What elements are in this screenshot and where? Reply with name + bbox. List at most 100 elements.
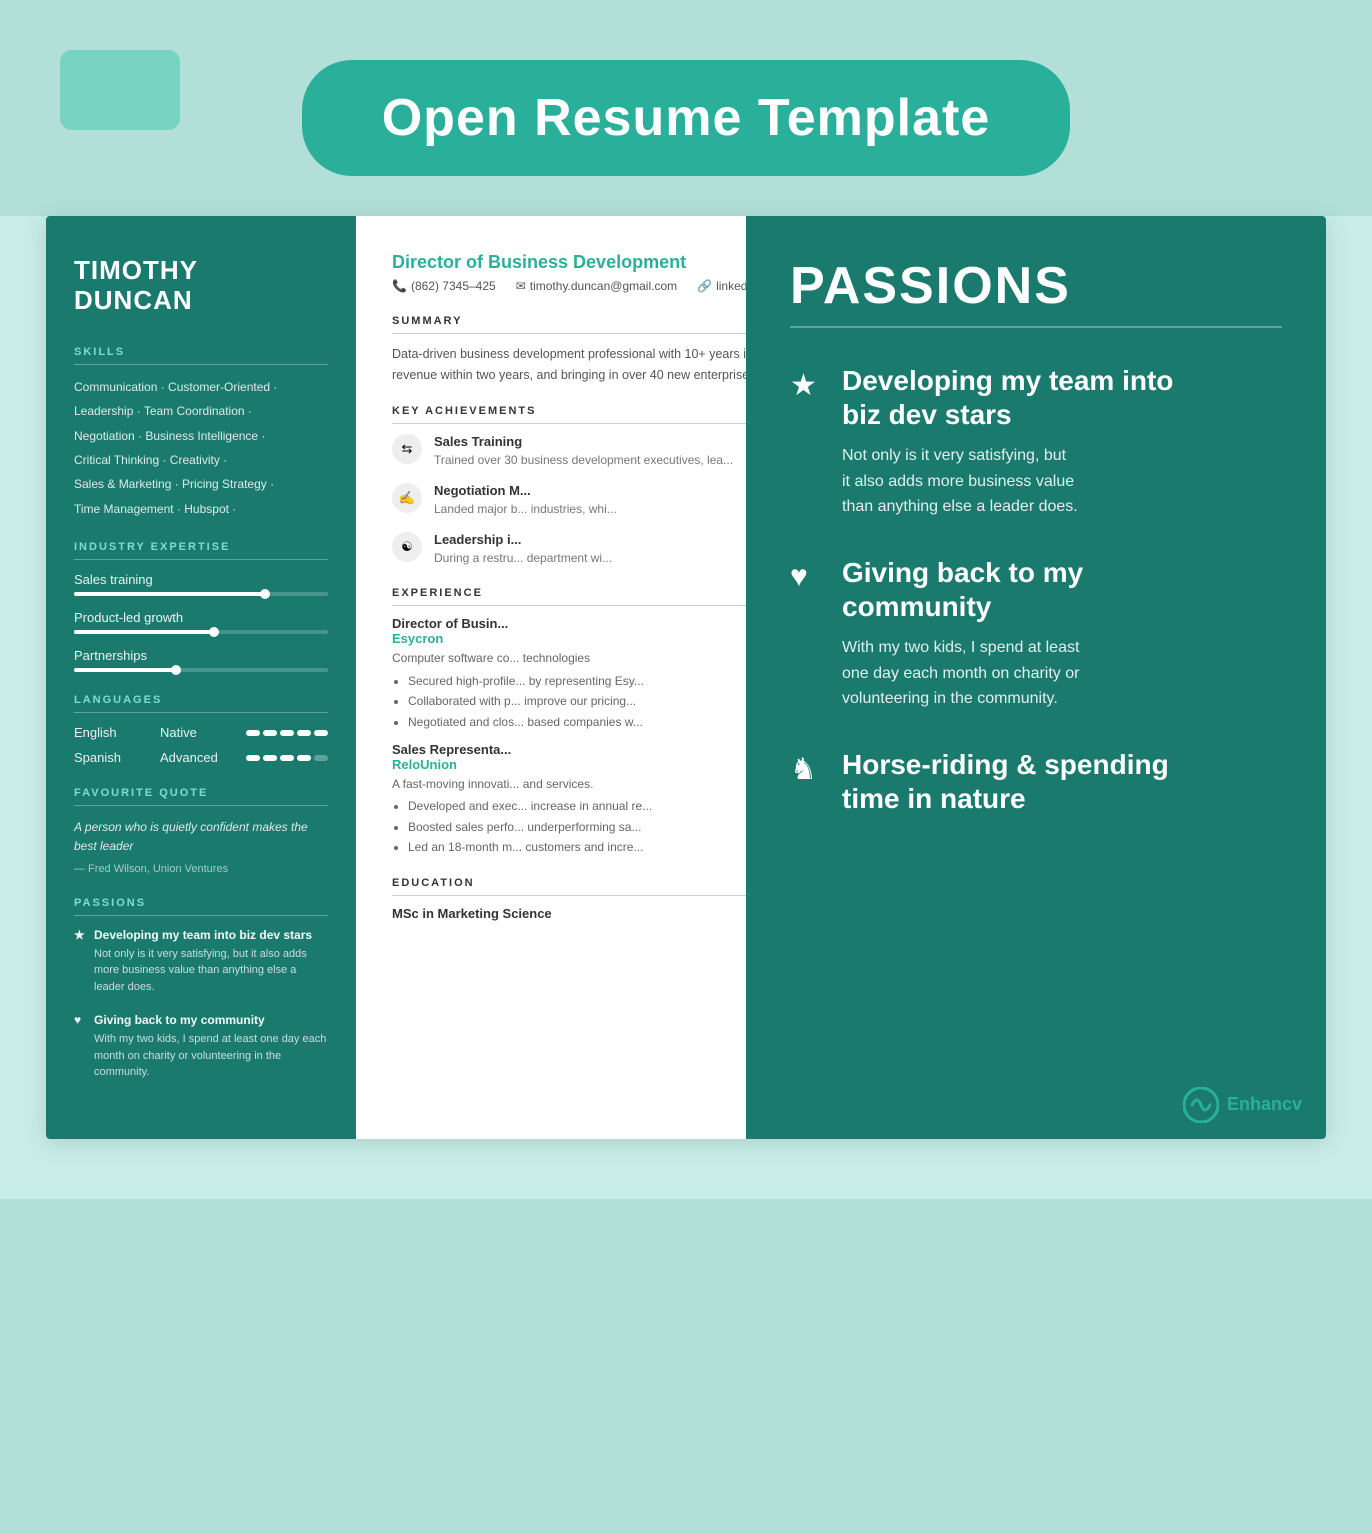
- main-wrapper: TIMOTHY DUNCAN SKILLS Communication · Cu…: [0, 216, 1372, 1199]
- passion-title-2: ♥ Giving back to my community: [74, 1013, 328, 1027]
- quote-text: A person who is quietly confident makes …: [74, 818, 328, 856]
- languages-section-title: LANGUAGES: [74, 694, 328, 706]
- lang-dot: [314, 730, 328, 736]
- passions-section-title: PASSIONS: [74, 897, 328, 909]
- expertise-bar-2: [74, 630, 328, 634]
- skills-line-4: Critical Thinking · Creativity ·: [74, 450, 328, 470]
- achievement-desc-3: During a restru... department wi...: [434, 549, 612, 567]
- passion-item-2: ♥ Giving back to my community With my tw…: [74, 1013, 328, 1081]
- expertise-label-2: Product-led growth: [74, 610, 328, 625]
- quote-section-title: FAVOURITE QUOTE: [74, 787, 328, 799]
- enhancv-logo-icon: [1183, 1087, 1219, 1123]
- expertise-partnerships: Partnerships: [74, 648, 328, 672]
- quote-divider: [74, 805, 328, 806]
- expertise-dot-1: [260, 589, 270, 599]
- heart-overlay-icon: ♥: [790, 560, 826, 594]
- sidebar: TIMOTHY DUNCAN SKILLS Communication · Cu…: [46, 216, 356, 1139]
- lang-dot: [280, 730, 294, 736]
- heart-icon: ♥: [74, 1013, 88, 1027]
- skills-list: Communication · Customer-Oriented · Lead…: [74, 377, 328, 519]
- lang-dot: [297, 755, 311, 761]
- quote-author: — Fred Wilson, Union Ventures: [74, 863, 328, 875]
- expertise-label-3: Partnerships: [74, 648, 328, 663]
- lang-bar-english: [246, 730, 328, 736]
- passions-overlay-title: PASSIONS: [790, 256, 1282, 328]
- lang-bar-spanish: [246, 755, 328, 761]
- languages-divider: [74, 712, 328, 713]
- enhancv-badge: Enhancv: [1183, 1087, 1302, 1123]
- achievement-desc-1: Trained over 30 business development exe…: [434, 451, 733, 469]
- passions-overlay: PASSIONS ★ Developing my team intobiz de…: [746, 216, 1326, 1139]
- expertise-label-1: Sales training: [74, 572, 328, 587]
- edu-degree-1: MSc in Marketing Science: [392, 906, 552, 921]
- language-english: English Native: [74, 725, 328, 740]
- star-icon: ★: [74, 928, 88, 942]
- expertise-sales-training: Sales training: [74, 572, 328, 596]
- passion-item-1: ★ Developing my team into biz dev stars …: [74, 928, 328, 996]
- lang-name-spanish: Spanish: [74, 750, 144, 765]
- language-spanish: Spanish Advanced: [74, 750, 328, 765]
- lang-dot: [263, 730, 277, 736]
- lang-dot: [263, 755, 277, 761]
- page-title: Open Resume Template: [382, 88, 991, 148]
- passion-title-1: ★ Developing my team into biz dev stars: [74, 928, 328, 942]
- passions-divider: [74, 915, 328, 916]
- expertise-fill-1: [74, 592, 265, 596]
- achievement-content-3: Leadership i... During a restru... depar…: [434, 532, 612, 567]
- achievement-title-1: Sales Training: [434, 434, 733, 449]
- contact-email: ✉ timothy.duncan@gmail.com: [516, 279, 677, 293]
- passion-overlay-2: ♥ Giving back to mycommunity With my two…: [790, 556, 1282, 712]
- candidate-name: TIMOTHY DUNCAN: [74, 256, 328, 316]
- expertise-fill-2: [74, 630, 214, 634]
- expertise-product-growth: Product-led growth: [74, 610, 328, 634]
- skills-line-6: Time Management · Hubspot ·: [74, 499, 328, 519]
- passion-overlay-1-heading: Developing my team intobiz dev stars: [842, 364, 1173, 431]
- passion-overlay-3: ♞ Horse-riding & spendingtime in nature: [790, 748, 1282, 815]
- expertise-bar-3: [74, 668, 328, 672]
- lang-dot: [314, 755, 328, 761]
- lang-dot: [246, 730, 260, 736]
- passion-overlay-3-heading: Horse-riding & spendingtime in nature: [842, 748, 1169, 815]
- enhancv-brand: Enhancv: [1227, 1094, 1302, 1115]
- achievement-content-1: Sales Training Trained over 30 business …: [434, 434, 733, 469]
- achievement-title-2: Negotiation M...: [434, 483, 617, 498]
- expertise-bar-1: [74, 592, 328, 596]
- lang-level-spanish: Advanced: [160, 750, 230, 765]
- skills-line-1: Communication · Customer-Oriented ·: [74, 377, 328, 397]
- achievement-icon-1: ⇆: [392, 434, 422, 464]
- star-overlay-icon: ★: [790, 368, 826, 403]
- lang-dot: [246, 755, 260, 761]
- achievement-icon-2: ✍: [392, 483, 422, 513]
- contact-phone: 📞 (862) 7345–425: [392, 279, 496, 293]
- decorative-rect: [60, 50, 180, 130]
- industry-divider: [74, 559, 328, 560]
- achievement-icon-3: ☯: [392, 532, 422, 562]
- lang-dot: [297, 730, 311, 736]
- passion-overlay-2-heading: Giving back to mycommunity: [842, 556, 1083, 623]
- passion-overlay-1: ★ Developing my team intobiz dev stars N…: [790, 364, 1282, 520]
- header-pill: Open Resume Template: [302, 60, 1071, 176]
- passion-desc-1: Not only is it very satisfying, but it a…: [74, 946, 328, 996]
- chess-overlay-icon: ♞: [790, 752, 826, 787]
- expertise-fill-3: [74, 668, 176, 672]
- lang-dot: [280, 755, 294, 761]
- achievement-desc-2: Landed major b... industries, whi...: [434, 500, 617, 518]
- linkedin-icon: 🔗: [697, 279, 712, 293]
- passion-overlay-2-header: ♥ Giving back to mycommunity: [790, 556, 1282, 623]
- skills-line-3: Negotiation · Business Intelligence ·: [74, 426, 328, 446]
- lang-level-english: Native: [160, 725, 230, 740]
- skills-line-5: Sales & Marketing · Pricing Strategy ·: [74, 474, 328, 494]
- skills-line-2: Leadership · Team Coordination ·: [74, 401, 328, 421]
- lang-name-english: English: [74, 725, 144, 740]
- email-icon: ✉: [516, 279, 526, 293]
- resume-main: Director of Business Development 📞 (862)…: [356, 216, 1326, 1139]
- skills-divider: [74, 364, 328, 365]
- passion-overlay-2-desc: With my two kids, I spend at leastone da…: [790, 635, 1282, 712]
- resume-card: TIMOTHY DUNCAN SKILLS Communication · Cu…: [46, 216, 1326, 1139]
- expertise-dot-2: [209, 627, 219, 637]
- passion-overlay-1-desc: Not only is it very satisfying, butit al…: [790, 443, 1282, 520]
- passion-overlay-3-header: ♞ Horse-riding & spendingtime in nature: [790, 748, 1282, 815]
- expertise-dot-3: [171, 665, 181, 675]
- achievement-content-2: Negotiation M... Landed major b... indus…: [434, 483, 617, 518]
- skills-section-title: SKILLS: [74, 346, 328, 358]
